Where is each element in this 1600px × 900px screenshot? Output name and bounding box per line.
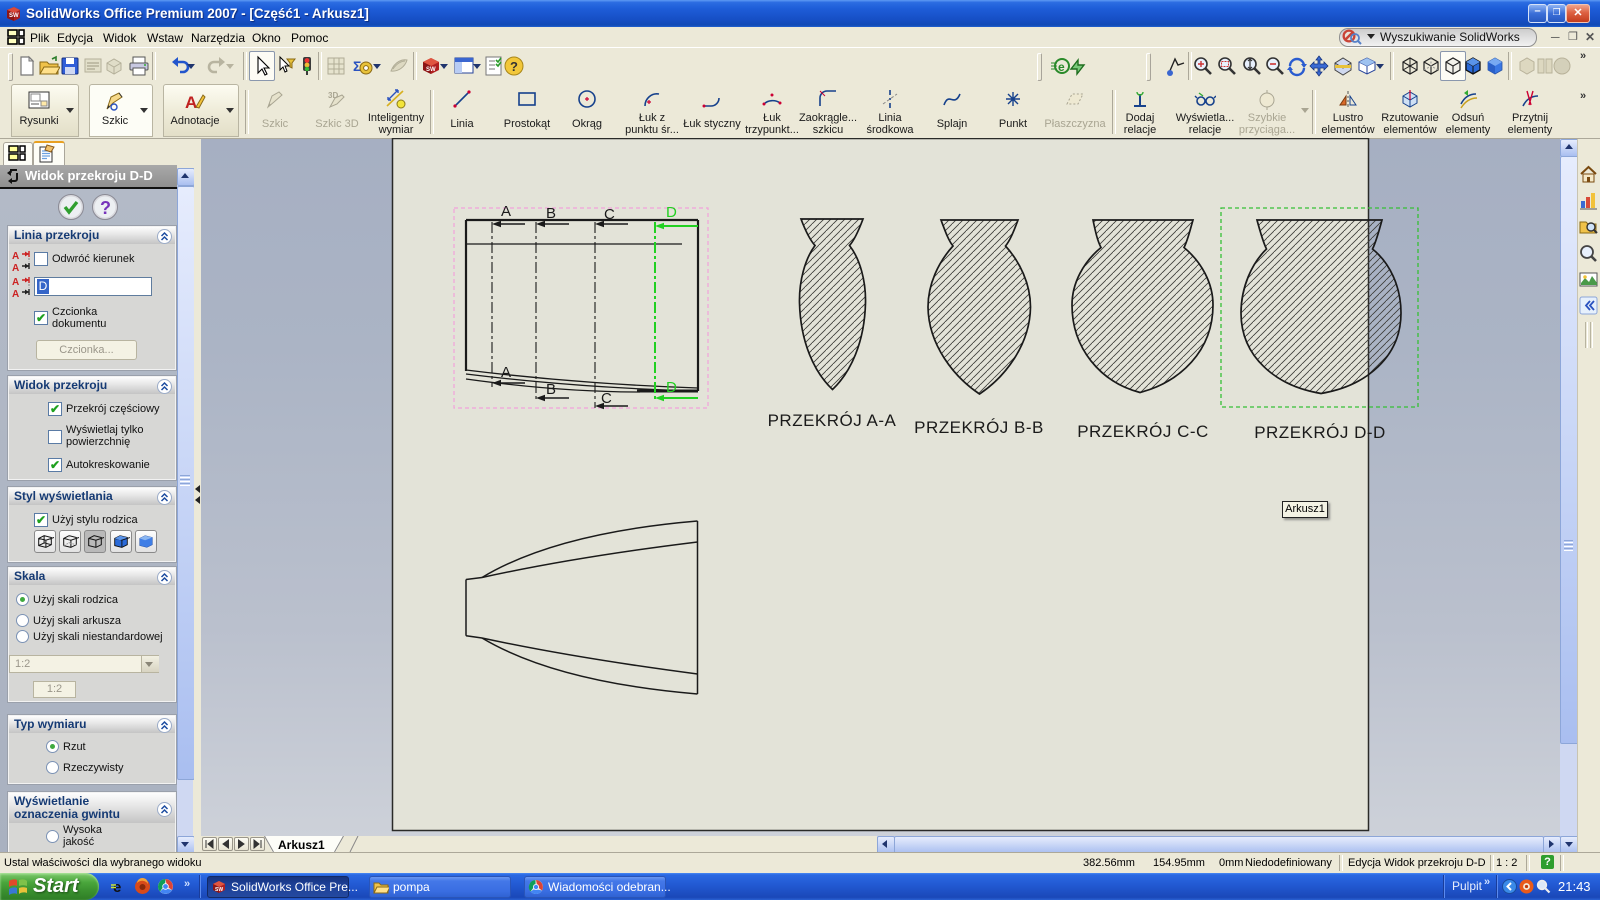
svg-text:A: A (12, 251, 19, 262)
svg-text:SW: SW (215, 887, 223, 893)
svg-text:C: C (601, 390, 613, 407)
svg-text:SW: SW (426, 67, 436, 73)
svg-text:?: ? (100, 198, 111, 218)
svg-text:PRZEKRÓJ D-D: PRZEKRÓJ D-D (1254, 423, 1386, 442)
svg-text:A: A (185, 93, 197, 112)
svg-text:PRZEKRÓJ B-B: PRZEKRÓJ B-B (914, 418, 1044, 437)
svg-text:B: B (546, 205, 557, 222)
svg-text:B: B (546, 381, 557, 398)
svg-text:e: e (1058, 60, 1065, 74)
svg-text:A: A (501, 364, 512, 381)
svg-text:D: D (666, 204, 678, 221)
svg-text:A: A (12, 263, 19, 272)
svg-text:A: A (501, 203, 512, 220)
svg-text:?: ? (510, 59, 518, 74)
svg-text:D: D (666, 379, 678, 396)
svg-text:C: C (604, 206, 616, 223)
svg-text:A: A (12, 289, 19, 298)
svg-text:PRZEKRÓJ C-C: PRZEKRÓJ C-C (1077, 422, 1209, 441)
svg-text:PRZEKRÓJ A-A: PRZEKRÓJ A-A (768, 411, 897, 430)
svg-text:SW: SW (9, 13, 19, 19)
svg-text:A: A (12, 277, 19, 288)
